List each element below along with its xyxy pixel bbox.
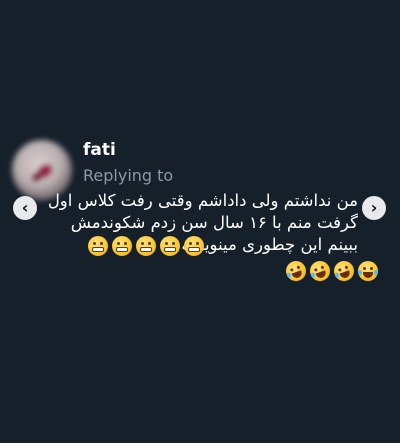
emoji-row-2: [283, 258, 378, 284]
rolling-on-floor-laughing-icon: [331, 258, 357, 284]
grimacing-face-icon: [88, 236, 108, 256]
reply-line-1: من نداشتم ولی داداشم وقتی رفت کلاس اول: [47, 191, 358, 210]
chevron-left-icon[interactable]: ‹: [13, 196, 37, 220]
rolling-on-floor-laughing-icon: [307, 258, 333, 284]
replying-to-label: Replying to: [83, 166, 174, 185]
grimacing-face-icon: [160, 236, 180, 256]
grimacing-face-icon: [136, 236, 156, 256]
grimacing-face-icon: [184, 236, 204, 256]
rolling-on-floor-laughing-icon: [283, 258, 309, 284]
grimacing-face-icon: [112, 236, 132, 256]
chevron-right-icon[interactable]: ›: [362, 196, 386, 220]
reply-line-2: گرفت منم با ۱۶ سال سن زدم شکوندمش: [70, 213, 358, 232]
emoji-row-1: [88, 236, 204, 256]
username[interactable]: fati: [83, 140, 116, 160]
face-with-tears-of-joy-icon: [358, 261, 378, 281]
